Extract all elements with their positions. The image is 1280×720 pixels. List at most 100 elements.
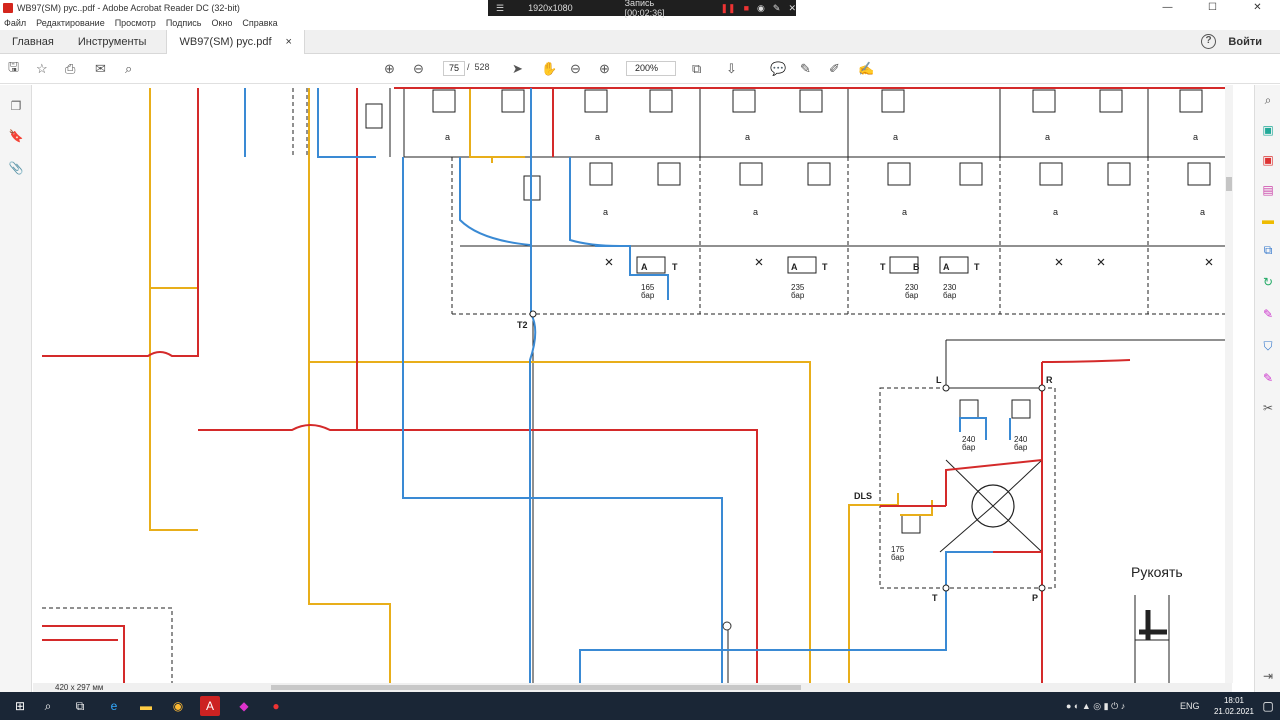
- port-t-label: T: [880, 262, 886, 272]
- port-a-label: A: [943, 262, 950, 272]
- close-window-button[interactable]: ✕: [1235, 0, 1280, 16]
- menu-edit[interactable]: Редактирование: [36, 16, 105, 30]
- spool-label-a: a: [445, 132, 450, 142]
- window-title: WB97(SM) рус..pdf - Adobe Acrobat Reader…: [17, 3, 240, 13]
- vertical-scrollbar[interactable]: [1225, 85, 1233, 683]
- spool-label-a: a: [902, 207, 907, 217]
- recorder-taskbar-icon[interactable]: ●: [266, 696, 286, 716]
- page-number-input[interactable]: 75: [443, 61, 465, 76]
- acrobat-taskbar-icon[interactable]: A: [200, 696, 220, 716]
- highlight-pen-icon[interactable]: ✎: [800, 59, 811, 79]
- zoom-in-icon[interactable]: ⊕: [599, 59, 610, 79]
- bookmark-star-icon[interactable]: ☆: [36, 59, 48, 79]
- edit-tool-icon[interactable]: ✎: [1260, 371, 1276, 387]
- spool-label-a: a: [1045, 132, 1050, 142]
- spool-label-a: a: [893, 132, 898, 142]
- hydraulic-schematic: a a a a a a a a a a a A T A T T B A T 16…: [42, 87, 1225, 683]
- minimize-button[interactable]: —: [1145, 0, 1190, 16]
- recorder-resolution: 1920x1080: [528, 3, 573, 13]
- attachments-icon[interactable]: 📎: [8, 161, 24, 177]
- protect-icon[interactable]: ⛉: [1260, 339, 1276, 355]
- tab-document-label: WB97(SM) рус.pdf: [179, 35, 272, 48]
- unit-bar: бар: [891, 553, 905, 562]
- menu-window[interactable]: Окно: [211, 16, 232, 30]
- edit-pdf-icon[interactable]: ▤: [1260, 183, 1276, 199]
- vertical-scroll-thumb[interactable]: [1226, 177, 1232, 191]
- sign-icon[interactable]: ✍: [858, 59, 874, 79]
- horizontal-scroll-thumb[interactable]: [271, 685, 801, 690]
- notifications-icon[interactable]: ▢: [1258, 696, 1278, 716]
- bookmarks-icon[interactable]: 🔖: [8, 129, 24, 145]
- camera-icon[interactable]: ◉: [757, 3, 765, 14]
- pdf-page-view[interactable]: a a a a a a a a a a a A T A T T B A T 16…: [33, 85, 1232, 683]
- menu-view[interactable]: Просмотр: [115, 16, 156, 30]
- search-icon[interactable]: ⌕: [38, 696, 58, 716]
- menu-sign[interactable]: Подпись: [166, 16, 202, 30]
- pen-icon[interactable]: ✎: [773, 3, 781, 14]
- windows-taskbar: ⊞ ⌕ ⧉ e ▬ ◉ A ◆ ● ● ◐ ▲ ◎ ▮ ⏻ ♪ ENG 18:0…: [0, 692, 1280, 720]
- export-pdf-icon[interactable]: ▣: [1260, 123, 1276, 139]
- tab-home[interactable]: Главная: [0, 30, 66, 54]
- prev-page-icon[interactable]: ⊕: [384, 59, 395, 79]
- page-total-number: 528: [474, 62, 490, 72]
- more-tools-icon[interactable]: ✂: [1260, 401, 1276, 417]
- tray-icons[interactable]: ● ◐ ▲ ◎ ▮ ⏻ ♪: [1066, 701, 1125, 712]
- port-t-label: T: [974, 262, 980, 272]
- windows-start-icon[interactable]: ⊞: [10, 696, 30, 716]
- edge-icon[interactable]: e: [104, 696, 124, 716]
- spool-label-a: a: [745, 132, 750, 142]
- port-t-label: T: [932, 593, 938, 603]
- close-recorder-icon[interactable]: ✕: [788, 3, 796, 14]
- port-l-label: L: [936, 375, 942, 385]
- chrome-icon[interactable]: ◉: [168, 696, 188, 716]
- menu-help[interactable]: Справка: [242, 16, 277, 30]
- stop-icon[interactable]: ■: [744, 3, 749, 13]
- unit-bar: бар: [943, 291, 957, 300]
- tab-tools[interactable]: Инструменты: [66, 30, 159, 54]
- language-indicator[interactable]: ENG: [1180, 701, 1200, 711]
- maximize-button[interactable]: ☐: [1190, 0, 1235, 16]
- app-diamond-icon[interactable]: ◆: [234, 696, 254, 716]
- pause-icon[interactable]: ❚❚: [721, 3, 736, 14]
- page-thumbnails-icon[interactable]: ❐: [8, 99, 24, 115]
- horizontal-scrollbar[interactable]: [33, 683, 1232, 692]
- clock[interactable]: 18:01 21.02.2021: [1214, 695, 1254, 717]
- page-sep: /: [467, 62, 470, 72]
- combine-icon[interactable]: ⧉: [1260, 243, 1276, 259]
- organize-icon[interactable]: ↻: [1260, 275, 1276, 291]
- draw-icon[interactable]: ✐: [829, 59, 840, 79]
- search-icon[interactable]: ⌕: [1260, 93, 1276, 109]
- comment-icon[interactable]: ▬: [1260, 213, 1276, 229]
- select-cursor-icon[interactable]: ➤: [512, 59, 523, 79]
- expand-panel-icon[interactable]: ⇥: [1260, 669, 1276, 685]
- create-pdf-icon[interactable]: ▣: [1260, 153, 1276, 169]
- scroll-mode-icon[interactable]: ⇩: [726, 59, 737, 79]
- zoom-select[interactable]: 200%: [626, 61, 676, 76]
- window-controls: — ☐ ✕: [1145, 0, 1280, 16]
- save-icon[interactable]: 🖫: [8, 59, 19, 79]
- zoom-out-icon[interactable]: ⊖: [570, 59, 581, 79]
- next-page-icon[interactable]: ⊖: [413, 59, 424, 79]
- email-icon[interactable]: ✉: [95, 59, 106, 79]
- fill-sign-icon[interactable]: ✎: [1260, 307, 1276, 323]
- hand-tool-icon[interactable]: ✋: [541, 59, 557, 79]
- help-icon[interactable]: ?: [1201, 34, 1216, 49]
- port-p-label: P: [1032, 593, 1038, 603]
- print-icon[interactable]: ⎙: [65, 59, 75, 79]
- explorer-icon[interactable]: ▬: [136, 696, 156, 716]
- task-view-icon[interactable]: ⧉: [70, 696, 90, 716]
- clock-date: 21.02.2021: [1213, 707, 1254, 716]
- tab-close-icon[interactable]: ×: [286, 30, 292, 54]
- clock-time: 18:01: [1223, 696, 1244, 705]
- login-button[interactable]: Войти: [1228, 36, 1262, 48]
- port-r-label: R: [1046, 375, 1053, 385]
- search-icon[interactable]: ⌕: [125, 59, 132, 79]
- menu-file[interactable]: Файл: [4, 16, 26, 30]
- port-b-label: B: [913, 262, 920, 272]
- page-fit-icon[interactable]: ⧉: [692, 59, 701, 79]
- tab-document[interactable]: WB97(SM) рус.pdf ×: [166, 29, 305, 54]
- tab-bar: Главная Инструменты WB97(SM) рус.pdf × ?…: [0, 29, 1280, 54]
- port-t-label: T: [822, 262, 828, 272]
- recorder-menu-icon[interactable]: ☰: [496, 3, 504, 14]
- comment-icon[interactable]: 💬: [770, 59, 786, 79]
